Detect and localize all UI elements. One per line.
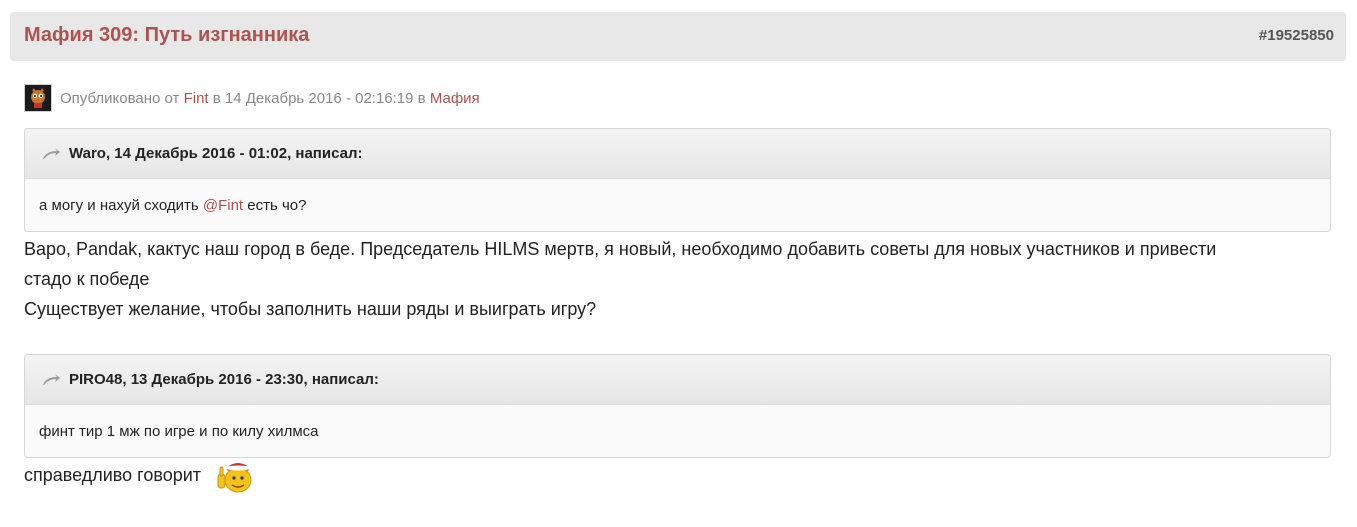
post-body-line: справедливо говорит (24, 464, 202, 485)
post-body-last: справедливо говорит (24, 458, 256, 494)
quote-text-after: есть чо? (243, 196, 307, 214)
post-header: Мафия 309: Путь изгнанника #19525850 (10, 12, 1346, 61)
post-id-link[interactable]: #19525850 (1259, 27, 1334, 44)
post-body: Варо, Pandak, кактус наш город в беде. П… (24, 234, 1216, 324)
author-link[interactable]: Fint (184, 90, 209, 107)
quote-body: финт тир 1 мж по игре и по килу хилмса (25, 405, 1330, 457)
quote-block: Waro, 14 Декабрь 2016 - 01:02, написал: … (24, 128, 1331, 232)
smiley-icon (214, 458, 256, 494)
post-title[interactable]: Мафия 309: Путь изгнанника (24, 24, 309, 47)
quote-text: финт тир 1 мж по игре и по килу хилмса (39, 422, 319, 440)
quote-header: PIRO48, 13 Декабрь 2016 - 23:30, написал… (25, 355, 1330, 405)
post-body-line: стадо к победе (24, 269, 150, 289)
category-link[interactable]: Мафия (430, 90, 480, 107)
quote-block: PIRO48, 13 Декабрь 2016 - 23:30, написал… (24, 354, 1331, 458)
quote-body: а могу и нахуй сходить @Fint есть чо? (25, 179, 1330, 231)
quote-text-before: а могу и нахуй сходить (39, 196, 203, 214)
post-body-line: Существует желание, чтобы заполнить наши… (24, 299, 597, 319)
post-meta: Опубликовано от Fint в 14 Декабрь 2016 -… (24, 83, 480, 113)
quote-icon (41, 373, 61, 387)
post-body-line: Варо, Pandak, кактус наш город в беде. П… (24, 239, 1217, 259)
published-prefix: Опубликовано от (60, 89, 180, 107)
avatar-icon[interactable] (24, 84, 52, 112)
quote-author-line: Waro, 14 Декабрь 2016 - 01:02, написал: (69, 145, 363, 162)
quote-author-line: PIRO48, 13 Декабрь 2016 - 23:30, написал… (69, 371, 379, 388)
mention-link[interactable]: @Fint (203, 197, 243, 214)
quote-header: Waro, 14 Декабрь 2016 - 01:02, написал: (25, 129, 1330, 179)
post-date: в 14 Декабрь 2016 - 02:16:19 в (212, 89, 426, 107)
quote-icon (41, 147, 61, 161)
